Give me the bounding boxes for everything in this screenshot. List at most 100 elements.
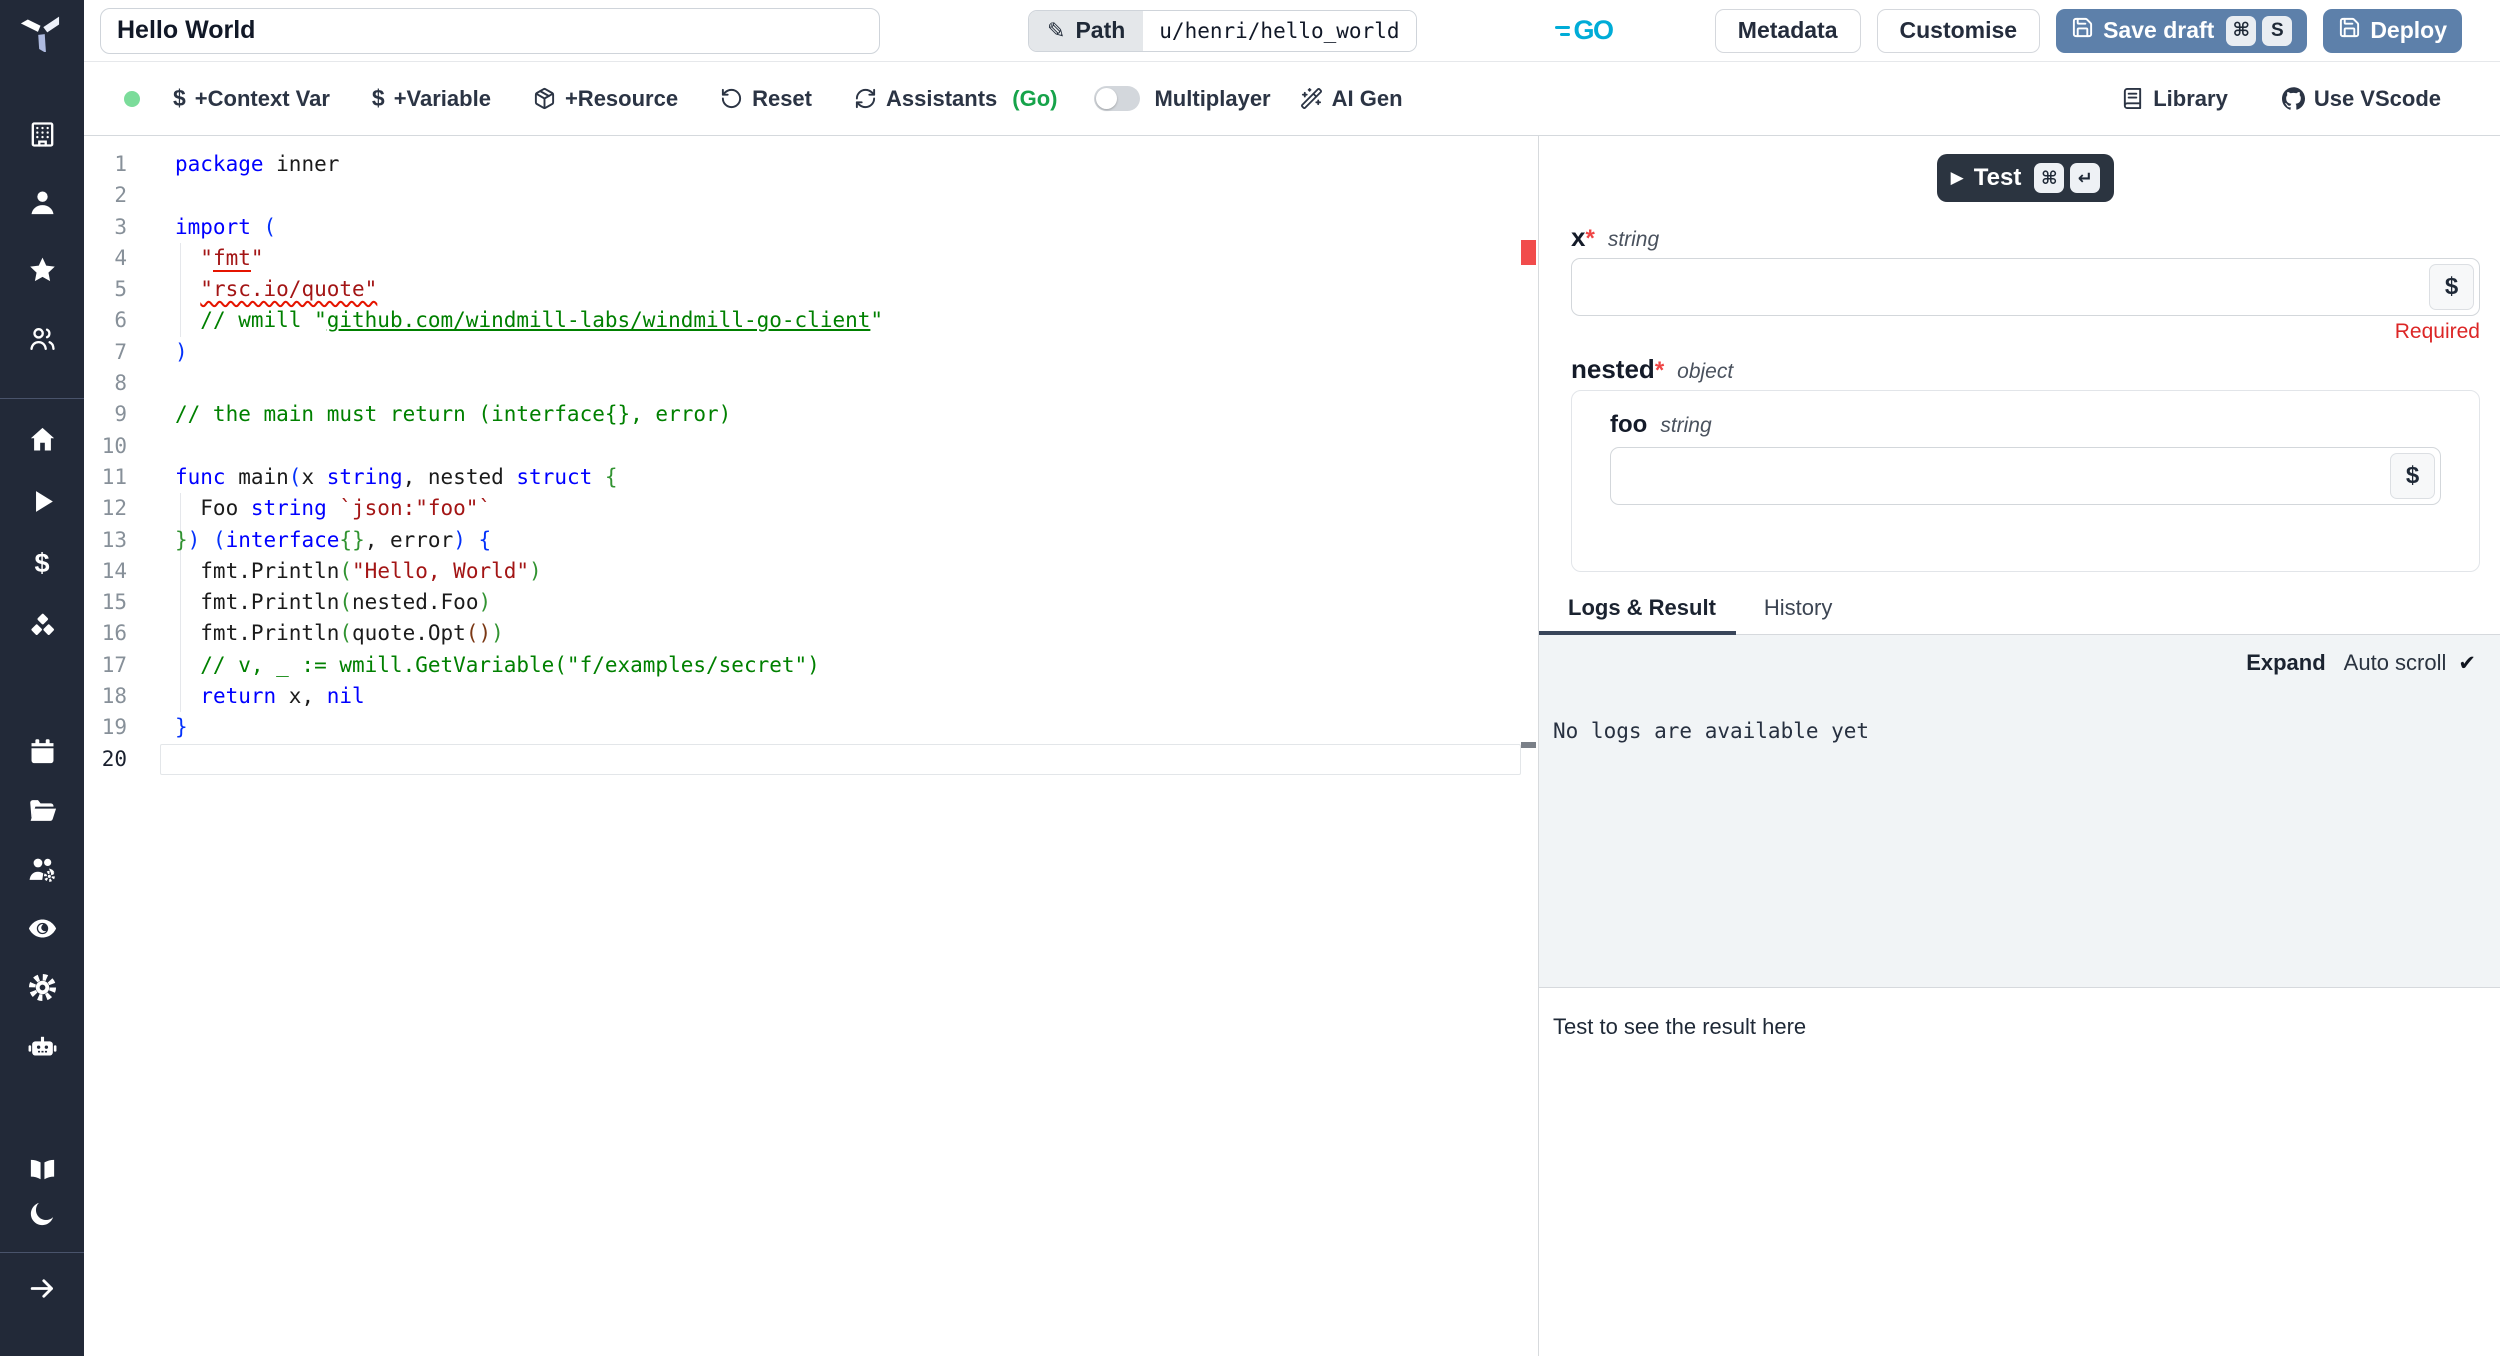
tab-logs-result[interactable]: Logs & Result [1539,585,1736,635]
arg-x-input[interactable] [1571,258,2480,316]
sidebar-item-expand-sidebar[interactable] [0,1268,84,1308]
code-line[interactable]: 2 [84,180,1518,211]
toolbar-item-label: +Variable [393,85,491,111]
code-line[interactable]: 10 [84,431,1518,462]
error-marker [1521,240,1536,265]
code-editor[interactable]: 1 package inner 2 3 import (4 "fmt" 5 "rsc.io… [84,136,1538,1356]
sidebar: $ [0,0,84,1356]
code-text: return x, nil [200,684,365,709]
line-number: 10 [101,433,127,458]
code-line[interactable]: 14 fmt.Println("Hello, World") [84,556,1518,587]
tab-history[interactable]: History [1760,585,1836,634]
code-line[interactable]: 15 fmt.Println(nested.Foo) [84,587,1518,618]
go-speed-lines [1554,25,1570,36]
toolbar-variable-button[interactable]: $ +Variable [351,85,512,112]
toolbar-resource-button[interactable]: +Resource [512,86,699,112]
gear-icon [27,972,58,1003]
sidebar-item-dark-mode[interactable] [0,1193,84,1233]
deploy-button[interactable]: Deploy [2323,8,2462,53]
code-text: } [175,715,188,740]
arg-foo-input-wrap: $ [1610,447,2441,505]
code-line[interactable]: 1 package inner [84,149,1518,180]
toolbar-right: Library Use VScode [2100,86,2462,112]
required-asterisk: * [1585,225,1595,252]
star-icon [27,255,58,286]
kbd-chip: ↵ [2070,163,2101,193]
sidebar-item-ai[interactable] [0,1026,84,1066]
toolbar-assistants-button[interactable]: Assistants (Go) [833,86,1078,112]
sidebar-item-workers[interactable] [0,849,84,889]
edit-path-button[interactable]: ✎ Path [1029,10,1144,51]
line-number: 15 [101,590,127,615]
code-line[interactable]: 13 }) (interface{}, error) { [84,525,1518,556]
arrow-right-icon [27,1273,58,1304]
code-line[interactable]: 19} [84,712,1518,743]
book-open-icon [27,1154,58,1185]
code-text: }) (interface{}, error) { [175,527,492,552]
arg-x-name: x [1571,222,1586,252]
code-line[interactable]: 16 fmt.Println(quote.Opt()) [84,618,1518,649]
metadata-button[interactable]: Metadata [1714,8,1861,53]
sidebar-item-user[interactable] [0,182,84,222]
sidebar-item-schedules[interactable] [0,731,84,771]
library-button[interactable]: Library [2100,86,2249,112]
save-draft-button[interactable]: Save draft ⌘ S [2056,8,2308,53]
code-line[interactable]: 8 [84,368,1518,399]
sidebar-item-runs[interactable] [0,481,84,521]
sidebar-item-audit-logs[interactable] [0,908,84,948]
use-vscode-button[interactable]: Use VScode [2261,86,2462,112]
book-icon [2121,87,2144,110]
sidebar-item-docs[interactable] [0,1149,84,1189]
sidebar-item-workspace[interactable] [0,114,84,154]
multiplayer-label: Multiplayer [1154,85,1271,111]
ai-gen-button[interactable]: AI Gen [1279,86,1424,112]
line-number: 13 [101,527,127,552]
code-line[interactable]: 18 return x, nil [84,681,1518,712]
insert-variable-button[interactable]: $ [2429,264,2474,310]
autoscroll-checkbox[interactable]: ✔ [2458,651,2476,676]
code-line[interactable]: 5 "rsc.io/quote" [84,274,1518,305]
code-line[interactable]: 20 [84,744,1518,775]
line-number: 8 [114,371,127,396]
kbd-chip: ⌘ [2034,163,2065,193]
sidebar-item-variables[interactable]: $ [0,543,84,583]
sidebar-item-resources[interactable] [0,605,84,645]
multiplayer-toggle[interactable] [1094,86,1141,111]
code-line[interactable]: 12 Foo string `json:"foo"` [84,493,1518,524]
code-line[interactable]: 4 "fmt" [84,243,1518,274]
expand-button[interactable]: Expand [2240,649,2331,677]
line-number: 11 [101,464,127,489]
dollar-text-icon: $ [371,85,385,111]
logs-empty-message: No logs are available yet [1553,719,1870,743]
test-button[interactable]: ▶ Test ⌘ ↵ [1936,154,2115,202]
sidebar-item-folders[interactable] [0,790,84,830]
code-text: // v, _ := wmill.GetVariable("f/examples… [175,652,820,677]
code-line[interactable]: 6 // wmill "github.com/windmill-labs/win… [84,305,1518,336]
toolbar-contextvar-button[interactable]: $ +Context Var [152,85,351,112]
toolbar-reset-button[interactable]: Reset [699,86,833,112]
test-shortcut: ⌘ ↵ [2034,163,2101,193]
customise-button[interactable]: Customise [1876,8,2041,53]
sidebar-item-settings[interactable] [0,967,84,1007]
code-line[interactable]: 11 func main(x string, nested struct { [84,462,1518,493]
code-line[interactable]: 9 // the main must return (interface{}, e… [84,399,1518,430]
library-label: Library [2153,85,2228,111]
users-cog-icon [27,854,58,885]
arg-foo-type: string [1660,414,1712,437]
sidebar-item-favorites[interactable] [0,250,84,290]
sidebar-item-groups[interactable] [0,318,84,358]
save-icon [2071,16,2094,45]
insert-variable-button[interactable]: $ [2390,453,2435,499]
code-line[interactable]: 7) [84,337,1518,368]
line-number: 4 [114,245,127,270]
code-line[interactable]: 3 import ( [84,212,1518,243]
toolbar-items: $ +Context Var $ +Variable +Resource Reset Ass… [152,85,1078,112]
script-title-input[interactable] [100,7,880,54]
code-lines[interactable]: 1 package inner 2 3 import (4 "fmt" 5 "rsc.io… [84,149,1518,775]
save-icon [2338,16,2361,45]
arg-foo-input[interactable] [1610,447,2441,505]
windmill-logo-icon[interactable] [0,0,84,62]
line-number: 9 [114,402,127,427]
code-line[interactable]: 17 // v, _ := wmill.GetVariable("f/examp… [84,650,1518,681]
sidebar-item-home[interactable] [0,419,84,459]
